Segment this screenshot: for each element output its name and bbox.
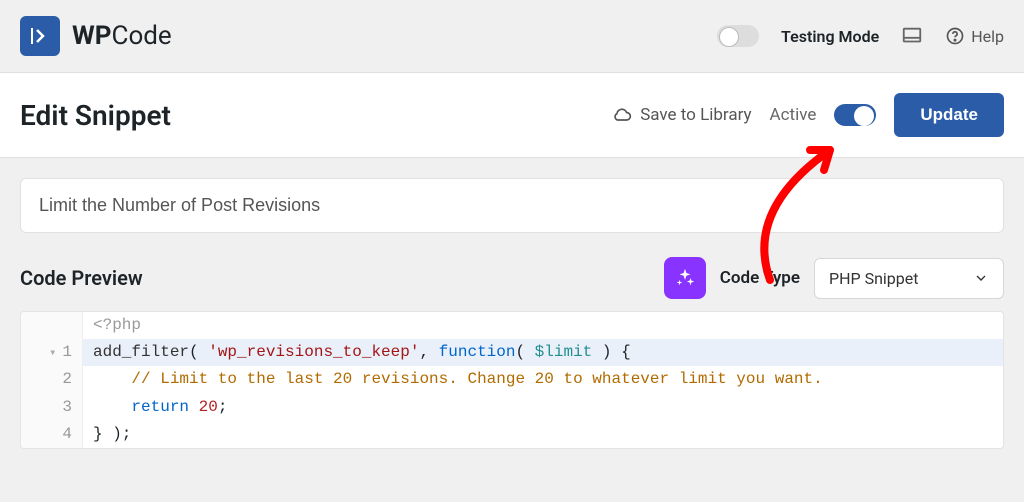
cloud-icon [612, 105, 632, 125]
brand: WPCode [20, 16, 172, 56]
code-type-label: Code Type [720, 268, 800, 288]
line-number: ▾1 [21, 339, 83, 366]
sparkle-icon [674, 267, 696, 289]
help-icon [945, 26, 965, 46]
code-editor[interactable]: <?php ▾1 add_filter( 'wp_revisions_to_ke… [20, 311, 1004, 449]
line-number: 4 [21, 421, 83, 448]
fold-icon[interactable]: ▾ [49, 343, 62, 363]
titlebar: Edit Snippet Save to Library Active Upda… [0, 72, 1024, 158]
chevron-down-icon [973, 270, 989, 286]
snippet-title-input[interactable] [20, 178, 1004, 233]
code-line: } ); [83, 421, 1003, 448]
help-link[interactable]: Help [945, 26, 1004, 46]
code-line: return 20; [83, 394, 1003, 421]
code-preview-heading: Code Preview [20, 266, 143, 290]
line-number: 3 [21, 394, 83, 421]
testing-mode-toggle[interactable] [717, 25, 759, 47]
php-open-tag: <?php [93, 316, 141, 334]
page-title: Edit Snippet [20, 99, 171, 132]
line-number: 2 [21, 366, 83, 393]
save-to-library-button[interactable]: Save to Library [612, 105, 751, 125]
ai-generate-button[interactable] [664, 257, 706, 299]
help-label: Help [971, 27, 1004, 46]
save-to-library-label: Save to Library [640, 105, 751, 125]
code-type-select[interactable]: PHP Snippet [814, 258, 1004, 299]
gutter [21, 312, 83, 339]
screen-options-icon[interactable] [901, 25, 923, 47]
update-button[interactable]: Update [894, 93, 1004, 137]
testing-mode-label: Testing Mode [781, 27, 879, 46]
brand-name: WPCode [72, 21, 172, 51]
active-toggle[interactable] [834, 104, 876, 126]
topbar: WPCode Testing Mode Help [0, 0, 1024, 72]
code-line: // Limit to the last 20 revisions. Chang… [83, 366, 1003, 393]
brand-logo-icon [20, 16, 60, 56]
code-line: add_filter( 'wp_revisions_to_keep', func… [83, 339, 1003, 366]
code-type-value: PHP Snippet [829, 269, 918, 288]
active-label: Active [770, 105, 817, 125]
